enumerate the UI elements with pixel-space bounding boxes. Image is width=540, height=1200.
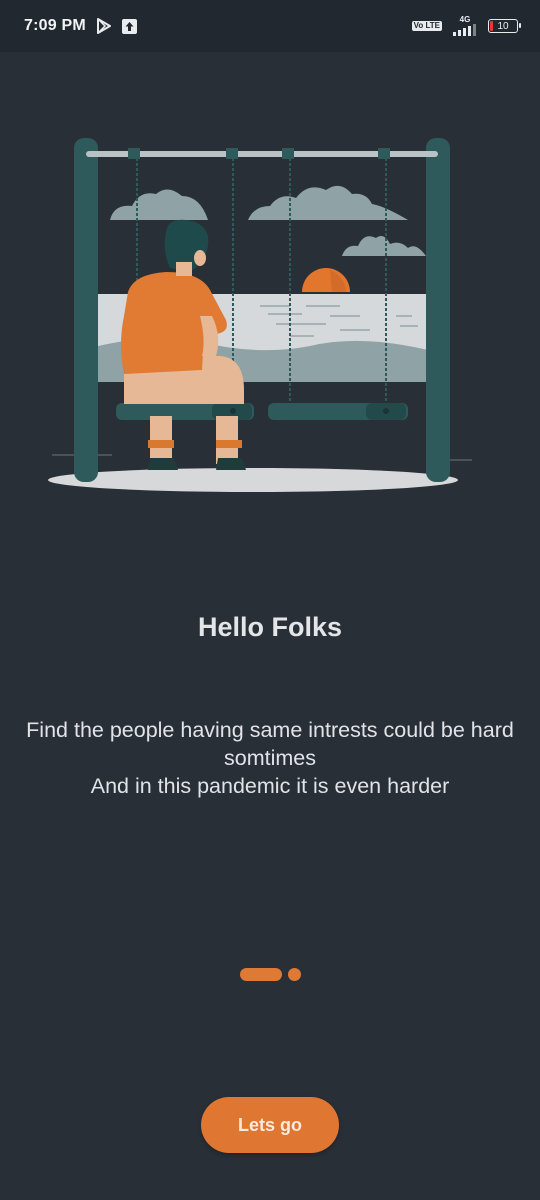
swing-post-left (74, 138, 98, 482)
onboarding-title: Hello Folks (197, 612, 343, 642)
ground-shadow (48, 468, 458, 492)
status-bar: 7:09 PM Vo LTE 4G 10 (0, 0, 540, 52)
status-time: 7:09 PM (24, 17, 86, 34)
description-line-2: somtimes (224, 746, 316, 770)
description-line-3: And in this pandemic it is even harder (90, 774, 450, 798)
status-bar-left: 7:09 PM (24, 17, 137, 35)
upload-icon (121, 18, 137, 34)
battery-level: 10 (497, 20, 509, 32)
page-indicator-dot[interactable] (287, 968, 301, 981)
cloud (110, 189, 208, 220)
cloud (248, 185, 408, 220)
status-bar-right: Vo LTE 4G 10 (411, 16, 521, 36)
network-indicator: 4G (452, 16, 478, 36)
signal-icon (452, 24, 478, 36)
battery-icon: 10 (488, 19, 521, 33)
play-store-icon (96, 18, 112, 34)
swing-post-right (426, 138, 450, 482)
page-indicator (0, 968, 540, 981)
page-indicator-dot-active[interactable] (239, 968, 282, 981)
description-line-1: Find the people having same intrests cou… (26, 718, 514, 742)
volte-indicator: Vo LTE (411, 21, 442, 31)
onboarding-description: Find the people having same intrests cou… (0, 716, 540, 800)
cloud (342, 236, 426, 256)
lets-go-button[interactable]: Lets go (201, 1097, 339, 1153)
network-type: 4G (459, 15, 471, 24)
person-on-swing-illustration (40, 120, 500, 510)
